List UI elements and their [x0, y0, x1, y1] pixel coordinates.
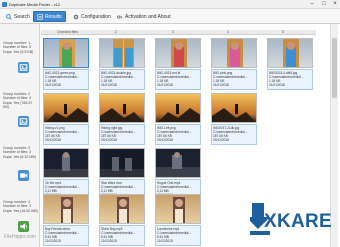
file-caption: Loneliness.mp3 C:\users\admin\media\... … — [155, 225, 201, 246]
results-icon — [37, 13, 43, 20]
group-info: Group number: 1 Number of files: 5 Dups:… — [3, 41, 39, 54]
column-header-checked: Checked files — [57, 30, 79, 34]
tab-configuration-label: Configuration — [81, 13, 111, 20]
file-thumbnail — [99, 38, 145, 68]
file-card[interactable]: Bay Friends.wma C:\users\admin\media\...… — [43, 194, 89, 247]
file-thumbnail — [155, 38, 201, 68]
file-thumbnail — [43, 38, 89, 68]
file-date: 03/12/2018 — [101, 137, 117, 142]
key-icon — [117, 14, 123, 19]
file-date: 03/12/2018 — [213, 137, 229, 142]
window-title: Duplicate Media Finder - v12 — [9, 2, 61, 7]
audio-icon — [20, 223, 28, 230]
group-dups: Dups: Yes (16.52 MB) — [3, 208, 38, 213]
group-info: Group number: 4 Number of files: 3 Dups:… — [3, 200, 39, 213]
group-panel: Group number: 1 Number of files: 5 Dups:… — [0, 24, 40, 247]
tab-activation[interactable]: Activation and About — [113, 11, 175, 22]
tab-search-label: Search — [14, 13, 30, 20]
image-icon — [19, 64, 28, 71]
tab-results[interactable]: Results — [33, 11, 66, 22]
file-card[interactable]: IMG-0023-red.tif C:\users\admin\media\..… — [155, 38, 201, 91]
file-thumbnail — [99, 194, 145, 224]
file-date: 01/01/2018 — [269, 82, 285, 87]
file-thumbnail — [155, 148, 201, 178]
file-caption: Bay Friends.wma C:\users\admin\media\...… — [43, 225, 89, 246]
video-icon — [20, 173, 28, 178]
group-dups: Dups: Yes (6.32 MB) — [3, 154, 36, 159]
image-group-button[interactable] — [18, 116, 29, 127]
app-icon — [2, 2, 7, 7]
column-header-4: 4 — [227, 30, 229, 34]
column-header-5: 5 — [282, 30, 284, 34]
file-caption: IMG-0023-green.png C:\users\admin\media\… — [43, 69, 89, 90]
file-thumbnail — [211, 93, 257, 123]
file-caption: IMG-0023-double.jpg C:\users\admin\media… — [99, 69, 145, 90]
brand-logo: XKARE — [264, 211, 333, 232]
gear-icon — [73, 14, 79, 19]
tab-activation-label: Activation and About — [125, 13, 171, 20]
file-card[interactable]: IMG-Left.png C:\users\admin\media\... 18… — [155, 93, 201, 146]
file-thumbnail — [267, 38, 313, 68]
file-thumbnail — [155, 194, 201, 224]
file-caption: IMG-Left.png C:\users\admin\media\... 18… — [155, 124, 201, 145]
close-icon[interactable]: × — [329, 1, 340, 8]
file-date: 11/02/2018 — [101, 238, 117, 243]
file-date: 01/01/2018 — [45, 82, 61, 87]
audio-group-button[interactable] — [18, 221, 29, 232]
minimize-icon[interactable]: – — [306, 1, 318, 8]
file-card[interactable]: Hiking-v1.png C:\users\admin\media\... 1… — [43, 93, 89, 146]
group-info: Group number: 2 Number of files: 4 Dups:… — [3, 92, 39, 109]
column-header: Checked files 2 3 4 5 — [41, 30, 316, 35]
file-caption: IMG-0023-red.tif C:\users\admin\media\..… — [155, 69, 201, 90]
group-dups: Dups: Yes (5.5 KB) — [3, 49, 34, 54]
file-card[interactable]: IMG-0023-double.jpg C:\users\admin\media… — [99, 38, 145, 91]
main-toolbar: Search Results Configuration Activation … — [0, 9, 340, 24]
file-thumbnail — [211, 38, 257, 68]
file-date: 11/02/2018 — [157, 238, 173, 243]
tab-search[interactable]: Search — [2, 11, 34, 22]
search-icon — [6, 13, 12, 20]
file-thumbnail — [99, 148, 145, 178]
group-dups: Dups: Yes (765.57 KB) — [3, 100, 33, 109]
file-thumbnail — [43, 194, 89, 224]
file-card[interactable]: Hiking-right.jpg C:\users\admin\media\..… — [99, 93, 145, 146]
column-header-2: 2 — [115, 30, 117, 34]
file-thumbnail — [43, 148, 89, 178]
file-card[interactable]: Shine Bay.mp3 C:\users\admin\media\... 5… — [99, 194, 145, 247]
column-header-3: 3 — [172, 30, 174, 34]
file-date: 03/12/2018 — [157, 137, 173, 142]
file-date: 11/02/2018 — [45, 238, 61, 243]
file-caption: Shine Bay.mp3 C:\users\admin\media\... 5… — [99, 225, 145, 246]
title-bar: Duplicate Media Finder - v12 – □ × — [0, 0, 340, 9]
watermark-text: FileHippo.com — [4, 234, 36, 240]
file-card[interactable]: IMG-pink.png C:\users\admin\media\... 1.… — [211, 38, 257, 91]
file-caption: Hiking-v1.png C:\users\admin\media\... 1… — [43, 124, 89, 145]
scrollbar-thumb[interactable] — [332, 38, 337, 98]
file-thumbnail — [155, 93, 201, 123]
file-caption: IMG0023-4-dbl5.jpg C:\users\admin\media\… — [267, 69, 313, 90]
file-card[interactable]: Loneliness.mp3 C:\users\admin\media\... … — [155, 194, 201, 247]
file-date: 01/01/2018 — [213, 82, 229, 87]
file-caption: IMG0017-21dk.jpg C:\users\admin\media\..… — [211, 124, 257, 145]
tab-configuration[interactable]: Configuration — [69, 11, 115, 22]
group-info: Group number: 3 Number of files: 3 Dups:… — [3, 146, 39, 159]
image-icon — [19, 118, 28, 125]
file-caption: Hiking-right.jpg C:\users\admin\media\..… — [99, 124, 145, 145]
file-date: 03/12/2018 — [45, 137, 61, 142]
video-group-button[interactable] — [18, 170, 29, 181]
file-caption: IMG-pink.png C:\users\admin\media\... 1.… — [211, 69, 257, 90]
file-card[interactable]: IMG0023-4-dbl5.jpg C:\users\admin\media\… — [267, 38, 313, 91]
file-thumbnail — [99, 93, 145, 123]
file-thumbnail — [43, 93, 89, 123]
file-date: 01/01/2018 — [101, 82, 117, 87]
file-date: 01/01/2018 — [157, 82, 173, 87]
image-group-button[interactable] — [18, 62, 29, 73]
file-card[interactable]: IMG-0023-green.png C:\users\admin\media\… — [43, 38, 89, 91]
tab-results-label: Results — [45, 13, 62, 20]
file-card[interactable]: IMG0017-21dk.jpg C:\users\admin\media\..… — [211, 93, 257, 146]
